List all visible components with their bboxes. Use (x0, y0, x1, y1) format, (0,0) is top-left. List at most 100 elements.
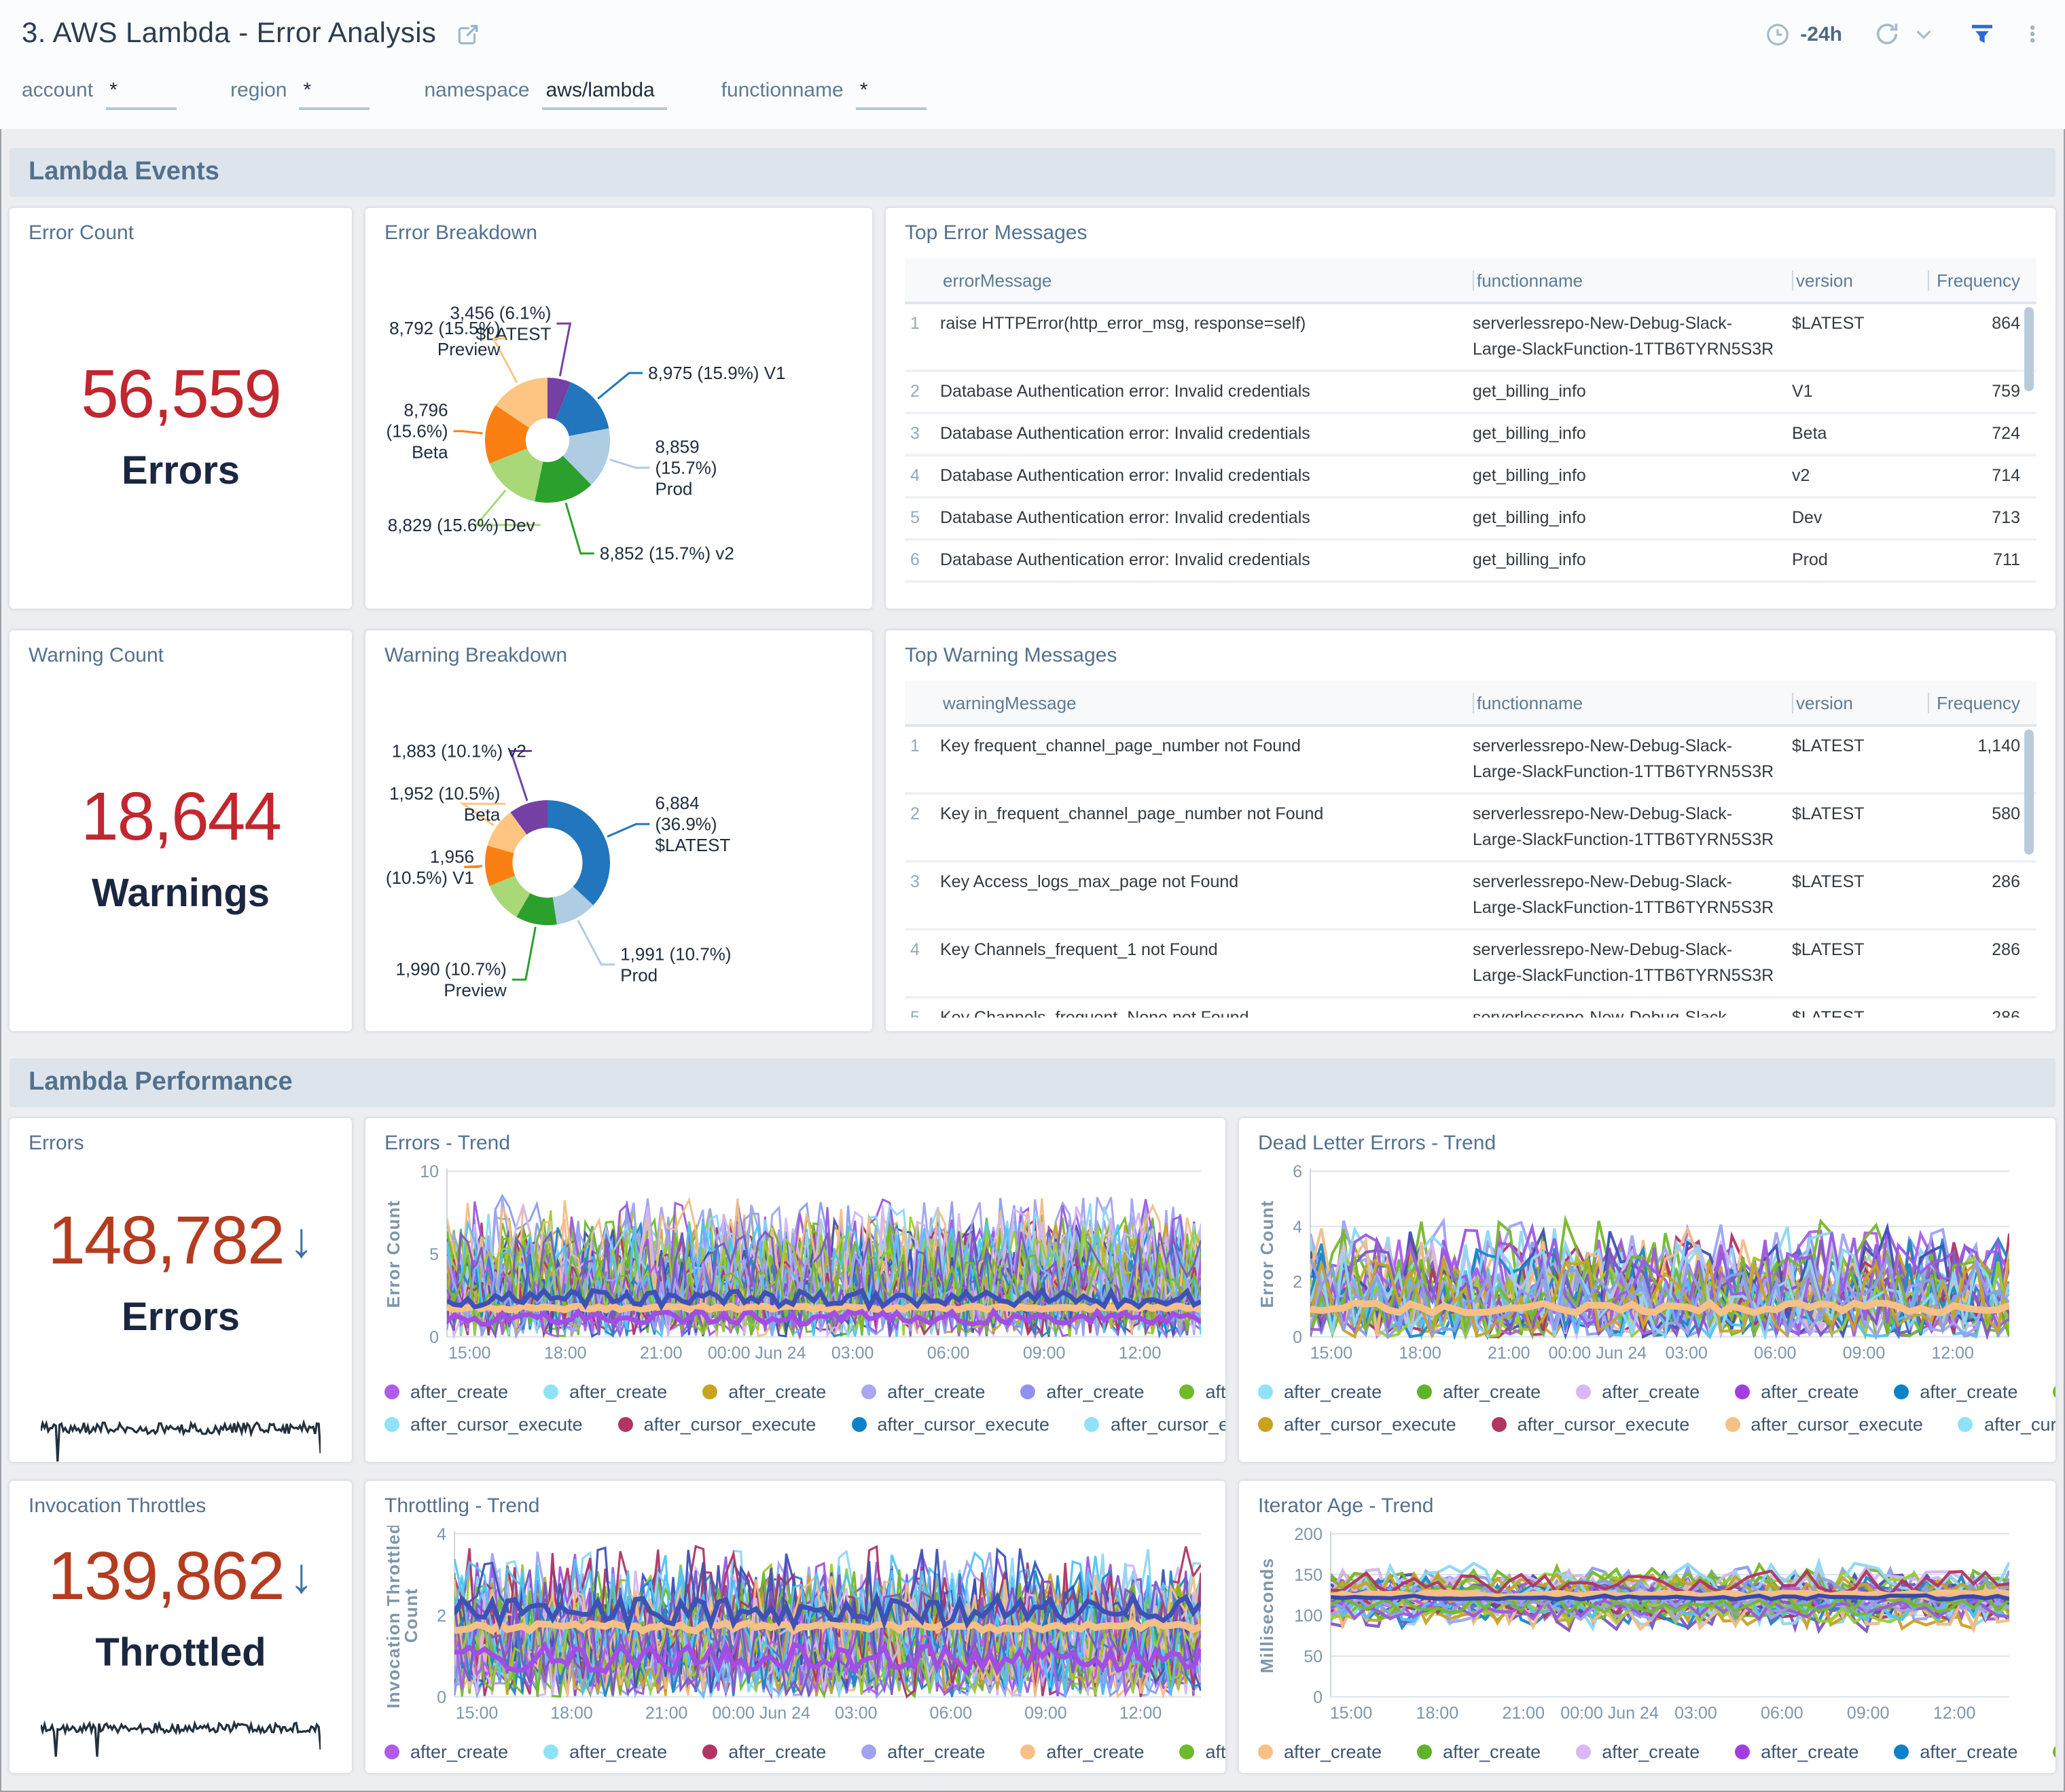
legend-item[interactable]: after_cursor_execute (1725, 1414, 1923, 1435)
throttling-trend-panel: Throttling - Trend 024Invocation Throttl… (365, 1481, 1225, 1773)
table-row[interactable]: 7Database Authentication error: Invalid … (905, 583, 2036, 595)
legend-item[interactable]: after_create (1258, 1382, 1382, 1402)
error-breakdown-donut-chart[interactable]: 3,456 (6.1%)$LATEST8,975 (15.9%) V18,859… (384, 253, 853, 592)
region-input[interactable]: * (300, 79, 370, 110)
legend-item[interactable]: after_create (1020, 1382, 1144, 1402)
legend-item[interactable]: after_create (1735, 1382, 1858, 1402)
table-row[interactable]: 1raise HTTPError(http_error_msg, respons… (905, 304, 2036, 372)
legend-item[interactable]: after_create (1417, 1742, 1541, 1762)
legend-item[interactable]: after_create (543, 1382, 667, 1402)
svg-text:09:00: 09:00 (1024, 1704, 1067, 1723)
throttling-trend-chart[interactable]: 024Invocation ThrottledCount15:0018:0021… (384, 1526, 1206, 1727)
donut-slice-label: 1,990 (10.7%)Preview (396, 959, 507, 1001)
svg-text:09:00: 09:00 (1023, 1344, 1066, 1363)
legend-label: after_cursor_execute (644, 1414, 816, 1435)
legend-item[interactable]: after_create (1576, 1742, 1700, 1762)
table-row[interactable]: 5Database Authentication error: Invalid … (905, 499, 2036, 541)
kebab-menu-icon[interactable] (2022, 22, 2043, 46)
legend-item[interactable]: after_create (1417, 1382, 1541, 1402)
errors-sparkline[interactable] (41, 1402, 321, 1462)
throttles-sparkline[interactable] (41, 1705, 321, 1759)
table-row[interactable]: 4Key Channels_frequent_1 not Foundserver… (905, 931, 2036, 999)
legend-item[interactable]: after_cursor_execute (1958, 1414, 2055, 1435)
refresh-icon[interactable] (1873, 20, 1901, 48)
legend-item[interactable]: after_create (384, 1742, 508, 1762)
table-row[interactable]: 4Database Authentication error: Invalid … (905, 456, 2036, 499)
dead-letter-errors-trend-chart[interactable]: 0246Error Count15:0018:0021:0000:00 Jun … (1258, 1163, 2015, 1367)
functionname-input[interactable]: * (856, 79, 927, 110)
column-header[interactable]: warningMessage (940, 692, 1473, 713)
legend-color-dot (1894, 1744, 1909, 1759)
legend-item[interactable]: after_create (1894, 1382, 2017, 1402)
column-header[interactable]: version (1792, 692, 1928, 713)
column-header[interactable]: functionname (1473, 270, 1792, 290)
svg-text:03:00: 03:00 (835, 1704, 878, 1723)
legend-item[interactable]: after_create (1258, 1742, 1382, 1762)
dashboard-header: 3. AWS Lambda - Error Analysis -24h (0, 0, 2065, 68)
legend-label: after_create (1602, 1742, 1700, 1762)
legend-item[interactable]: after_create (1179, 1382, 1225, 1402)
table-row[interactable]: 1Key frequent_channel_page_number not Fo… (905, 727, 2036, 795)
legend-item[interactable]: after_create (702, 1382, 826, 1402)
legend-item[interactable]: after_create (2053, 1382, 2055, 1402)
warning-breakdown-donut-chart[interactable]: 6,884(36.9%)$LATEST1,991 (10.7%)Prod1,99… (384, 675, 853, 1015)
table-scrollbar-thumb[interactable] (2024, 307, 2034, 391)
account-input[interactable]: * (105, 79, 176, 110)
svg-text:6: 6 (1293, 1163, 1302, 1181)
share-icon[interactable] (455, 21, 481, 47)
column-header[interactable]: functionname (1473, 692, 1792, 713)
legend-item[interactable]: after_create (702, 1742, 826, 1762)
filter-bar: account * region * namespace aws/lambda … (0, 68, 2065, 129)
table-row[interactable]: 2Database Authentication error: Invalid … (905, 372, 2036, 414)
filter-icon[interactable] (1969, 20, 1996, 48)
legend-label: after_create (887, 1382, 985, 1402)
panel-title: Errors - Trend (384, 1132, 1206, 1155)
table-row[interactable]: 6Database Authentication error: Invalid … (905, 541, 2036, 583)
svg-text:150: 150 (1294, 1566, 1323, 1585)
table-scrollbar-thumb[interactable] (2024, 730, 2034, 855)
legend-item[interactable]: after_create (861, 1382, 985, 1402)
filter-region: region * (230, 79, 370, 110)
table-row[interactable]: 2Key in_frequent_channel_page_number not… (905, 795, 2036, 863)
legend-color-dot (1085, 1417, 1100, 1432)
svg-text:03:00: 03:00 (831, 1344, 874, 1363)
clock-icon[interactable] (1765, 21, 1791, 47)
panel-title: Error Breakdown (384, 221, 853, 245)
legend-item[interactable]: after_create (543, 1742, 667, 1762)
legend-item[interactable]: after_create (1179, 1742, 1225, 1762)
column-header[interactable]: errorMessage (940, 270, 1473, 290)
time-range-label[interactable]: -24h (1800, 22, 1842, 46)
svg-text:18:00: 18:00 (544, 1344, 587, 1363)
svg-text:12:00: 12:00 (1119, 1704, 1162, 1723)
donut-slice-label: 1,952 (10.5%)Beta (389, 783, 501, 825)
panel-title: Iterator Age - Trend (1258, 1494, 2036, 1518)
legend-item[interactable]: after_cursor_execute (1258, 1414, 1456, 1435)
iterator-age-trend-chart[interactable]: 050100150200Milliseconds15:0018:0021:000… (1258, 1526, 2015, 1727)
legend-item[interactable]: after_create (1576, 1382, 1700, 1402)
errors-trend-chart[interactable]: 0510Error Count15:0018:0021:0000:00 Jun … (384, 1163, 1206, 1367)
legend-item[interactable]: after_cursor_execute (384, 1414, 583, 1435)
donut-slice-label: 6,884(36.9%)$LATEST (656, 793, 731, 855)
table-row[interactable]: 3Key Access_logs_max_page not Foundserve… (905, 863, 2036, 931)
legend-item[interactable]: after_create (1894, 1742, 2017, 1762)
column-header[interactable]: version (1792, 270, 1928, 290)
column-header[interactable]: Frequency (1928, 270, 2036, 290)
legend-item[interactable]: after_create (1735, 1742, 1858, 1762)
legend-item[interactable]: after_create (2053, 1742, 2055, 1762)
legend-item[interactable]: after_cursor_execute (618, 1414, 816, 1435)
table-row[interactable]: 3Database Authentication error: Invalid … (905, 414, 2036, 456)
legend-item[interactable]: after_create (384, 1382, 508, 1402)
legend-item[interactable]: after_cursor_execute (1085, 1414, 1225, 1435)
legend-label: after_create (569, 1382, 667, 1402)
svg-text:200: 200 (1294, 1526, 1323, 1544)
table-row[interactable]: 5Key Channels_frequent_None not Foundser… (905, 999, 2036, 1018)
legend-item[interactable]: after_create (1020, 1742, 1144, 1762)
legend-item[interactable]: after_create (861, 1742, 985, 1762)
legend-item[interactable]: after_cursor_execute (851, 1414, 1049, 1435)
column-header[interactable]: Frequency (1928, 692, 2036, 713)
donut-slice-label: 1,956(10.5%) V1 (386, 846, 474, 888)
chevron-down-icon[interactable] (1913, 23, 1935, 45)
legend-item[interactable]: after_cursor_execute (1492, 1414, 1690, 1435)
svg-text:21:00: 21:00 (1488, 1344, 1530, 1363)
namespace-input[interactable]: aws/lambda (542, 79, 667, 110)
